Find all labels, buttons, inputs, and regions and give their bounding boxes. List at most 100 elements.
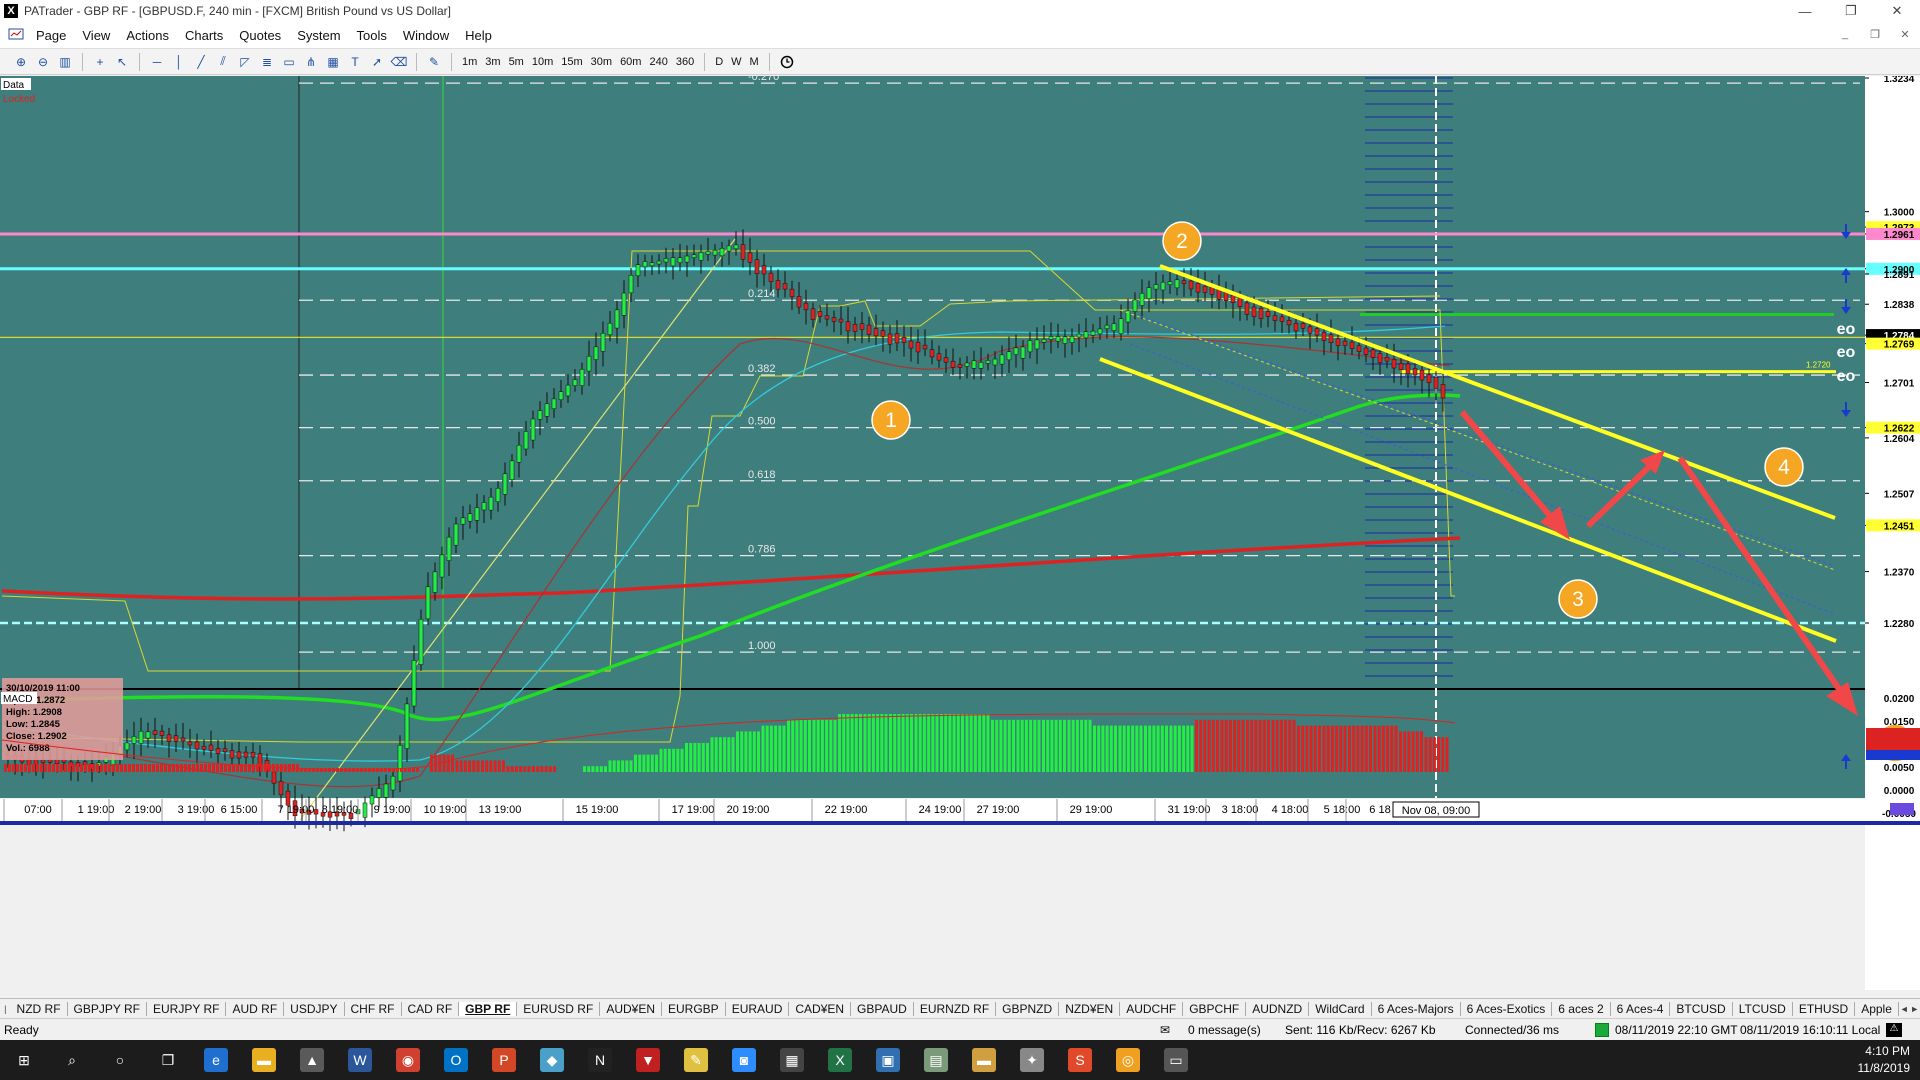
symbol-tab[interactable]: 6 aces 2: [1552, 1002, 1611, 1016]
symbol-tab[interactable]: AUDCHF: [1120, 1002, 1184, 1016]
text-icon[interactable]: T: [346, 53, 364, 71]
zoom-out-icon[interactable]: ⊖: [34, 53, 52, 71]
symbol-tab[interactable]: GBPAUD: [851, 1002, 914, 1016]
timeframe-60m-button[interactable]: 60m: [616, 56, 645, 68]
arrow-icon[interactable]: ➚: [368, 53, 386, 71]
scrollbar-track[interactable]: [0, 821, 1920, 825]
chart-settings-icon[interactable]: [1890, 803, 1914, 815]
tabs-scroll-left-icon[interactable]: |: [0, 1004, 11, 1014]
timeframe-15m-button[interactable]: 15m: [557, 56, 586, 68]
fib-retracement-icon[interactable]: ≣: [258, 53, 276, 71]
timeframe-240-button[interactable]: 240: [645, 56, 671, 68]
symbol-tab[interactable]: EURGBP: [662, 1002, 726, 1016]
pencil-icon[interactable]: ✎: [425, 53, 443, 71]
symbol-tab[interactable]: CHF RF: [345, 1002, 402, 1016]
ninjatrader-icon[interactable]: N: [576, 1040, 624, 1080]
rectangle-icon[interactable]: ▭: [280, 53, 298, 71]
menu-help[interactable]: Help: [457, 28, 500, 43]
menu-tools[interactable]: Tools: [349, 28, 395, 43]
tabs-next-icon[interactable]: ►: [1909, 1004, 1920, 1014]
timeframe-d-button[interactable]: D: [711, 56, 727, 68]
symbol-tab[interactable]: NZD RF: [11, 1002, 68, 1016]
timeframe-360-button[interactable]: 360: [672, 56, 698, 68]
trend-line-icon[interactable]: ╱: [192, 53, 210, 71]
app-notes-icon[interactable]: ✎: [672, 1040, 720, 1080]
zoom-icon[interactable]: ◙: [720, 1040, 768, 1080]
alert-icon[interactable]: ⚠: [1886, 1023, 1902, 1037]
symbol-tab[interactable]: EURUSD RF: [517, 1002, 601, 1016]
pitchfork-icon[interactable]: ⋔: [302, 53, 320, 71]
file-explorer-icon[interactable]: ▬: [240, 1040, 288, 1080]
timeframe-w-button[interactable]: W: [727, 56, 745, 68]
symbol-tab[interactable]: BTCUSD: [1670, 1002, 1733, 1016]
task-view-icon[interactable]: ❐: [144, 1040, 192, 1080]
menu-system[interactable]: System: [289, 28, 348, 43]
symbol-tab[interactable]: WildCard: [1309, 1002, 1372, 1016]
app-folder-icon[interactable]: ▬: [960, 1040, 1008, 1080]
timeframe-m-button[interactable]: M: [746, 56, 763, 68]
search-icon[interactable]: ⌕: [48, 1040, 96, 1080]
symbol-tab[interactable]: Apple: [1855, 1002, 1899, 1016]
cortana-icon[interactable]: ○: [96, 1040, 144, 1080]
edge-icon[interactable]: e: [192, 1040, 240, 1080]
symbol-tab[interactable]: AUDNZD: [1246, 1002, 1310, 1016]
symbol-tab[interactable]: NZD¥EN: [1059, 1002, 1121, 1016]
eraser-icon[interactable]: ⌫: [390, 53, 408, 71]
chart-type-icon[interactable]: ▥: [56, 53, 74, 71]
fib-fan-icon[interactable]: ◸: [236, 53, 254, 71]
crosshair-icon[interactable]: +: [91, 53, 109, 71]
mdi-minimize-button[interactable]: _: [1830, 24, 1860, 44]
symbol-tab[interactable]: GBP RF: [459, 1002, 518, 1016]
symbol-tab[interactable]: EURAUD: [726, 1002, 790, 1016]
menu-window[interactable]: Window: [395, 28, 457, 43]
app-icon[interactable]: ◆: [528, 1040, 576, 1080]
menu-charts[interactable]: Charts: [177, 28, 231, 43]
app-red-icon[interactable]: ▼: [624, 1040, 672, 1080]
menu-page-icon[interactable]: [0, 27, 28, 44]
app-screen-icon[interactable]: ▣: [864, 1040, 912, 1080]
system-tray-clock[interactable]: 4:10 PM 11/8/2019: [1858, 1043, 1911, 1077]
word-icon[interactable]: W: [336, 1040, 384, 1080]
mdi-close-button[interactable]: ✕: [1890, 24, 1920, 44]
calculator-icon[interactable]: ▦: [768, 1040, 816, 1080]
tabs-prev-icon[interactable]: ◄: [1899, 1004, 1910, 1014]
chrome-icon[interactable]: ◉: [384, 1040, 432, 1080]
symbol-tab[interactable]: 6 Aces-Exotics: [1461, 1002, 1553, 1016]
zoom-in-icon[interactable]: ⊕: [12, 53, 30, 71]
price-chart-panel[interactable]: -0.270 0.214 0.382 0.500 0.618 0.786 1.000 1 2 3 4…: [0, 71, 1920, 990]
vertical-line-icon[interactable]: │: [170, 53, 188, 71]
menu-actions[interactable]: Actions: [118, 28, 177, 43]
symbol-tab[interactable]: GBPNZD: [996, 1002, 1060, 1016]
symbol-tab[interactable]: CAD¥EN: [789, 1002, 852, 1016]
price-chart-svg[interactable]: -0.2700.2140.3820.5000.6180.7861.0001234…: [0, 71, 1920, 990]
patrader-icon[interactable]: ▲: [288, 1040, 336, 1080]
outlook-icon[interactable]: O: [432, 1040, 480, 1080]
symbol-tab[interactable]: AUD¥EN: [600, 1002, 662, 1016]
symbol-tab[interactable]: 6 Aces-Majors: [1372, 1002, 1461, 1016]
symbol-tab[interactable]: GBPCHF: [1183, 1002, 1247, 1016]
menu-page[interactable]: Page: [28, 28, 74, 43]
app-chart-icon[interactable]: ▤: [912, 1040, 960, 1080]
close-button[interactable]: ✕: [1874, 0, 1920, 22]
symbol-tab[interactable]: LTCUSD: [1733, 1002, 1793, 1016]
channel-icon[interactable]: ⫽: [214, 53, 232, 71]
symbol-tab[interactable]: AUD RF: [226, 1002, 285, 1016]
menu-view[interactable]: View: [74, 28, 118, 43]
excel-icon[interactable]: X: [816, 1040, 864, 1080]
gann-icon[interactable]: ▦: [324, 53, 342, 71]
timeframe-10m-button[interactable]: 10m: [528, 56, 557, 68]
symbol-tab[interactable]: ETHUSD: [1793, 1002, 1856, 1016]
symbol-tab[interactable]: 6 Aces-4: [1611, 1002, 1671, 1016]
timeframe-30m-button[interactable]: 30m: [587, 56, 616, 68]
timeframe-1m-button[interactable]: 1m: [458, 56, 481, 68]
symbol-tab[interactable]: CAD RF: [402, 1002, 460, 1016]
symbol-tab[interactable]: EURJPY RF: [147, 1002, 227, 1016]
windows-start-icon[interactable]: ⊞: [0, 1040, 48, 1080]
menu-quotes[interactable]: Quotes: [231, 28, 289, 43]
app-orange-icon[interactable]: ◎: [1104, 1040, 1152, 1080]
symbol-tab[interactable]: USDJPY: [284, 1002, 345, 1016]
minimize-button[interactable]: —: [1782, 0, 1828, 22]
timeframe-5m-button[interactable]: 5m: [505, 56, 528, 68]
powerpoint-icon[interactable]: P: [480, 1040, 528, 1080]
clock-icon[interactable]: [778, 53, 796, 71]
